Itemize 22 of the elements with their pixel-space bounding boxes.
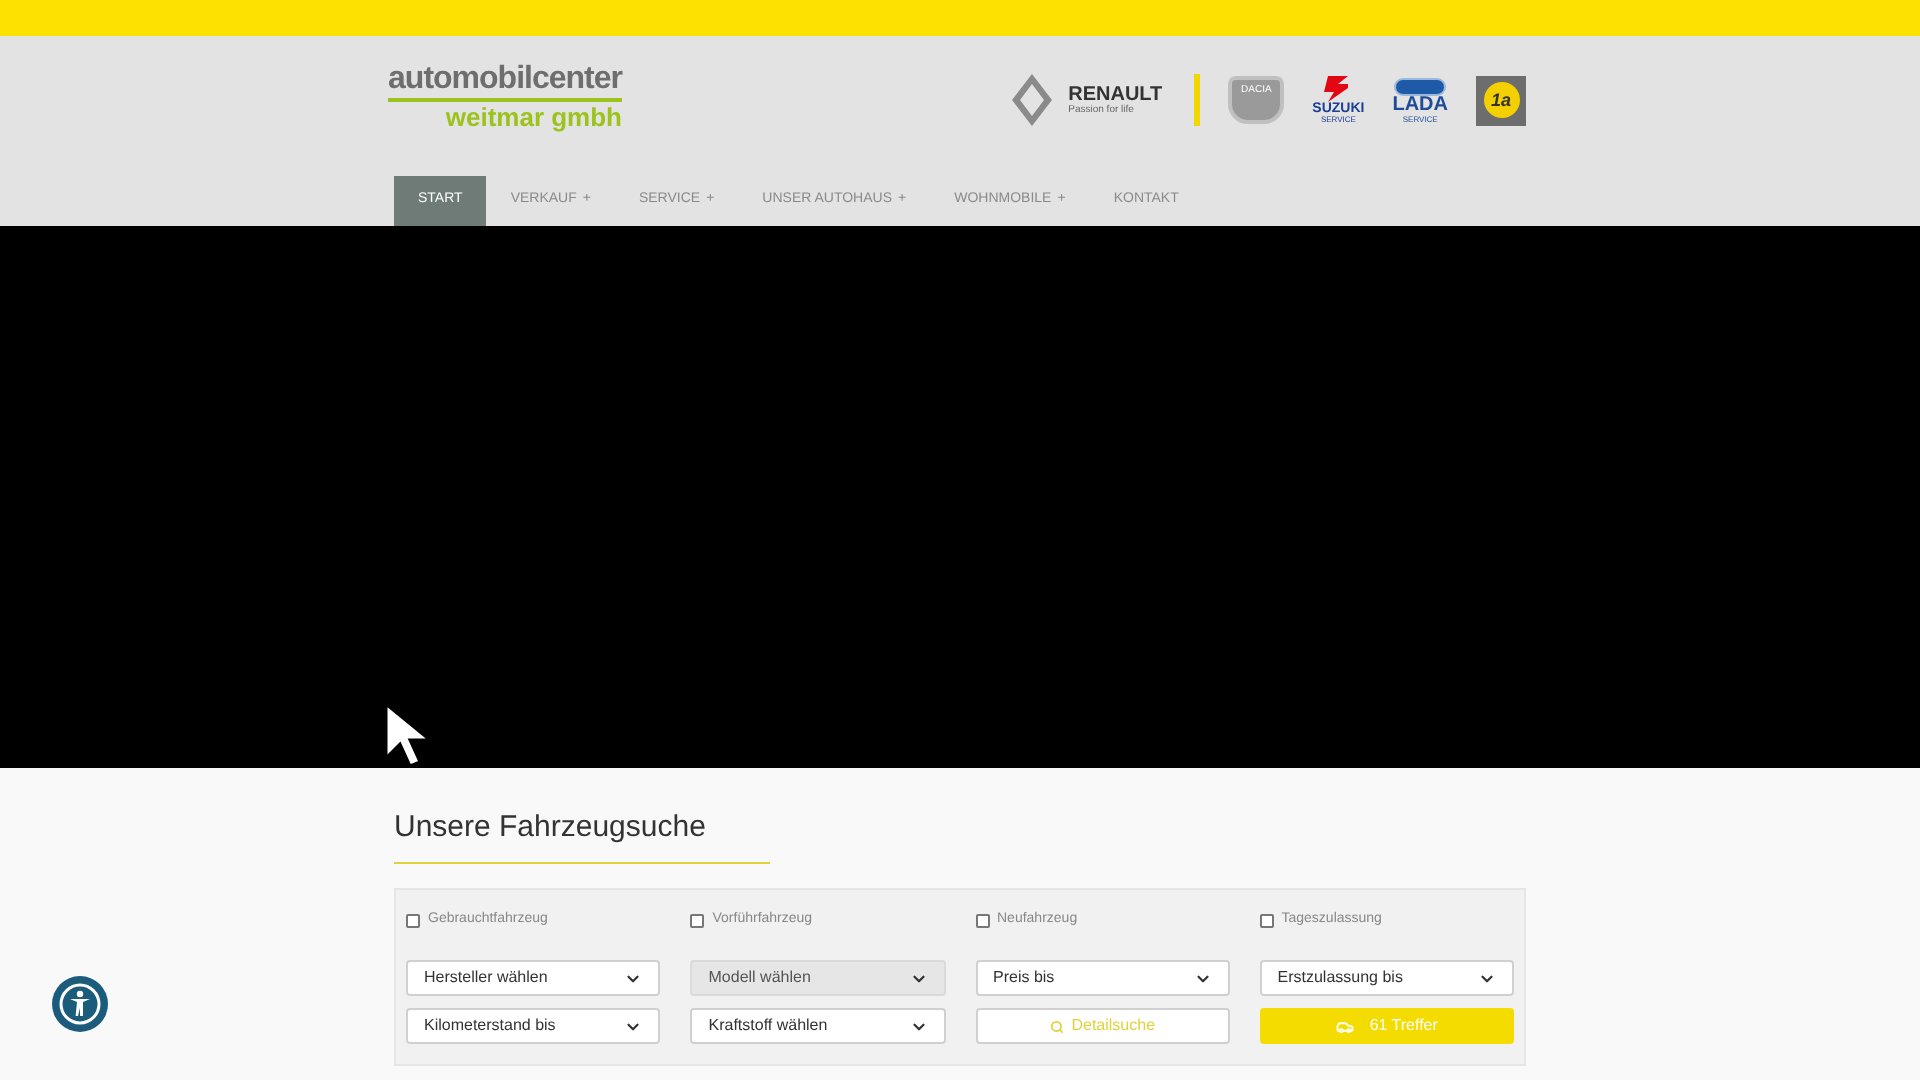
search-icon [1049,1019,1064,1033]
select-field[interactable]: Kraftstoff wählen [690,1008,945,1044]
checkbox[interactable] [690,913,705,927]
oval-logo-icon [1394,77,1447,95]
select-field[interactable]: Hersteller wählen [406,960,661,996]
badge-logo: 1a [1476,75,1526,125]
select-field[interactable]: Erstzulassung bis [1259,960,1514,996]
s-logo-icon [1324,76,1353,102]
checkbox[interactable] [406,913,420,927]
section-title: Unsere Fahrzeugsuche [394,812,770,864]
brand-name: LADA [1392,95,1448,115]
brand-name: RENAULT [1068,85,1163,105]
logo-line: automobilcenter [388,64,622,102]
diamond-logo-icon [1012,74,1053,126]
select-field[interactable]: Kilometerstand bis [406,1008,661,1044]
checkbox[interactable] [1259,913,1274,927]
accessibility-icon [58,982,102,1026]
accessibility-button[interactable] [52,976,108,1032]
select-field[interactable]: Preis bis [975,960,1230,996]
logo-line: weitmar gmbh [445,104,622,130]
car-icon [1335,1017,1354,1035]
checkbox[interactable] [975,913,989,927]
